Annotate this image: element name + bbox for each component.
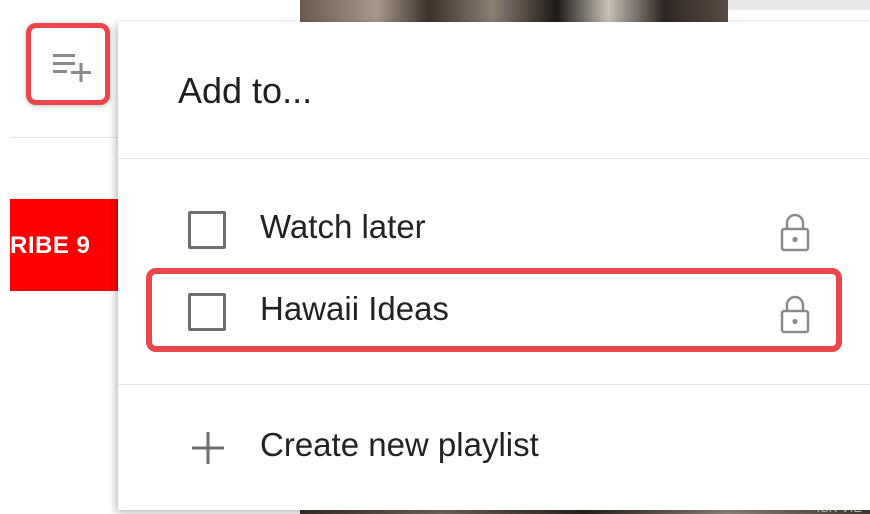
save-to-playlist-button[interactable] xyxy=(26,23,110,105)
playlist-add-icon xyxy=(53,54,91,82)
plus-icon xyxy=(192,432,224,464)
subscribe-label: RIBE 9 xyxy=(10,232,91,259)
left-divider xyxy=(10,137,120,138)
playlist-label: Watch later xyxy=(260,208,426,245)
thumbnail-gap xyxy=(728,0,870,10)
dialog-title: Add to... xyxy=(178,70,313,111)
screen: ISK VIE RIBE 9 Add to... Watch later xyxy=(0,0,870,514)
watch-later-checkbox[interactable] xyxy=(188,211,226,249)
playlist-item-watch-later[interactable]: Watch later xyxy=(118,198,870,260)
create-new-playlist-button[interactable]: Create new playlist xyxy=(118,418,870,480)
lock-icon xyxy=(780,213,810,252)
create-new-playlist-label: Create new playlist xyxy=(260,426,539,463)
subscribe-button[interactable]: RIBE 9 xyxy=(10,199,120,291)
add-to-playlist-dialog: Add to... Watch later Hawaii Ideas Creat… xyxy=(118,22,870,510)
highlight-annotation xyxy=(146,268,842,352)
dialog-divider-top xyxy=(118,158,870,159)
dialog-divider-bottom xyxy=(118,384,870,385)
